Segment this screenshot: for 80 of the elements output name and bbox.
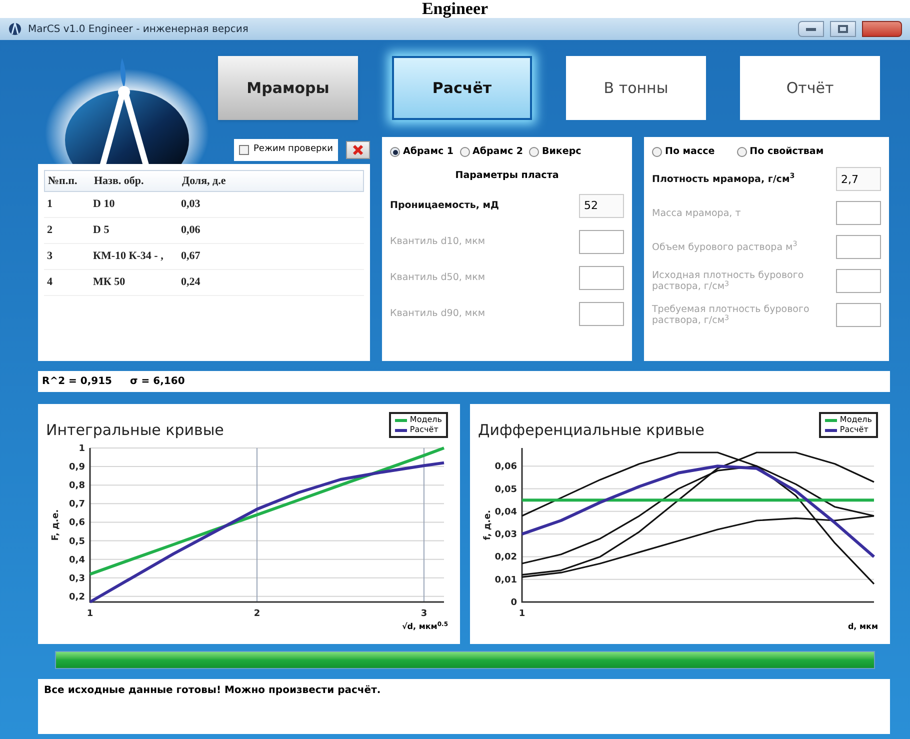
tick-label: 0 — [510, 598, 517, 608]
nav-button[interactable]: Мраморы — [218, 56, 358, 120]
table-cell-text: МК 50 — [92, 275, 126, 290]
axis-label: F, д.е. — [51, 509, 61, 541]
stat-text: R^2 = 0,915 — [42, 375, 112, 389]
legend-label: Расчёт — [840, 425, 868, 435]
tick-label: 1 — [518, 609, 526, 619]
tick-label: 0,04 — [494, 507, 517, 518]
field-label: Объем бурового раствора м$^{3}$ — [652, 242, 798, 253]
table-cell-text: 0,06 — [180, 223, 202, 238]
field-label: Квантиль d50, мкм — [390, 272, 486, 283]
input-field[interactable]: 52 — [579, 194, 624, 218]
legend-label: Модель — [410, 415, 442, 425]
table-cell-text: 3 — [46, 249, 54, 264]
field-label: Квантиль d10, мкм — [390, 236, 486, 247]
table-cell-text: 2 — [46, 223, 54, 238]
tick-label: 2 — [254, 609, 260, 619]
minimize-button[interactable] — [798, 21, 824, 37]
axis-label: √d, мкм$^{0.5}$ — [402, 622, 448, 631]
tick-label: 0,01 — [494, 575, 517, 586]
field-label: Квантиль d90, мкм — [390, 308, 486, 319]
column-header: №п.п. — [47, 174, 78, 189]
table-cell-text: КМ-10 К-34 - , — [92, 249, 164, 264]
message-box: Все исходные данные готовы! Можно произвести расчёт. — [38, 679, 890, 734]
radio-option[interactable]: Викерс — [529, 145, 582, 160]
table-cell-text: 0,24 — [180, 275, 202, 290]
tick-label: 3 — [420, 609, 428, 619]
radio-option[interactable]: Абрамс 1 — [390, 145, 454, 160]
close-icon — [352, 144, 364, 156]
tick-label: 0,02 — [494, 552, 517, 563]
legend-label: Модель — [840, 415, 872, 425]
nav-button[interactable]: Расчёт — [392, 56, 532, 120]
tick-label: 0,3 — [69, 574, 85, 584]
radio-option[interactable]: По свойствам — [736, 145, 824, 160]
column-header: Доля, д.е — [181, 174, 227, 189]
field-label: Проницаемость, мД — [390, 200, 499, 211]
table-cell-text: 0,67 — [180, 249, 202, 264]
stat-text: σ = 6,160 — [130, 375, 185, 389]
table-cell-text: D 5 — [92, 223, 110, 238]
tick-label: 0,4 — [69, 555, 85, 566]
axis-label: f, д.е. — [483, 510, 493, 540]
radio-option[interactable]: По массе — [652, 145, 715, 160]
chart-title: Интегральные кривые — [46, 421, 224, 439]
tick-label: 0,7 — [69, 500, 85, 510]
close-button[interactable] — [862, 21, 902, 37]
table-cell-text: 4 — [46, 275, 54, 290]
tick-label: 0,03 — [494, 530, 517, 540]
tick-label: 1 — [78, 444, 85, 454]
maximize-button[interactable] — [830, 21, 856, 37]
table-cell-text: 0,03 — [180, 197, 202, 212]
app-icon — [8, 22, 22, 36]
tick-label: 0,6 — [69, 518, 85, 528]
axis-label: d, мкм — [848, 622, 878, 631]
tick-label: 0,06 — [494, 462, 517, 472]
field-label: Исходная плотность бурового раствора, г/см$^{3}$ — [652, 270, 805, 292]
radio-option[interactable]: Абрамс 2 — [460, 145, 524, 160]
field-label: Плотность мрамора, г/см$^{3}$ — [652, 174, 795, 185]
window-title: MarCS v1.0 Engineer - инженерная версия — [28, 22, 248, 36]
clear-button[interactable] — [346, 141, 370, 159]
tick-label: 0,2 — [69, 592, 85, 602]
section-heading: Параметры пласта — [454, 169, 560, 184]
field-label: Масса мрамора, т — [652, 208, 741, 219]
field-label: Требуемая плотность бурового раствора, г/см$^{3}$ — [652, 304, 810, 326]
tick-label: 0,8 — [69, 481, 85, 492]
check-mode-checkbox[interactable]: Режим проверки — [234, 139, 338, 161]
nav-button[interactable]: В тонны — [566, 56, 706, 120]
tick-label: 0,05 — [494, 484, 517, 495]
table-cell-text: 1 — [46, 197, 54, 212]
tick-label: 0,5 — [69, 536, 85, 547]
table-cell-text: D 10 — [92, 197, 116, 212]
chart-legend — [388, 412, 448, 438]
input-field[interactable]: 2,7 — [836, 167, 881, 192]
chart-title: Дифференциальные кривые — [478, 421, 704, 439]
chart-legend — [818, 412, 878, 438]
nav-button[interactable]: Отчёт — [740, 56, 880, 120]
tick-label: 1 — [86, 609, 94, 619]
tick-label: 0,9 — [69, 462, 85, 473]
legend-label: Расчёт — [410, 425, 438, 435]
caption: Engineer — [420, 0, 490, 18]
column-header: Назв. обр. — [93, 174, 145, 189]
